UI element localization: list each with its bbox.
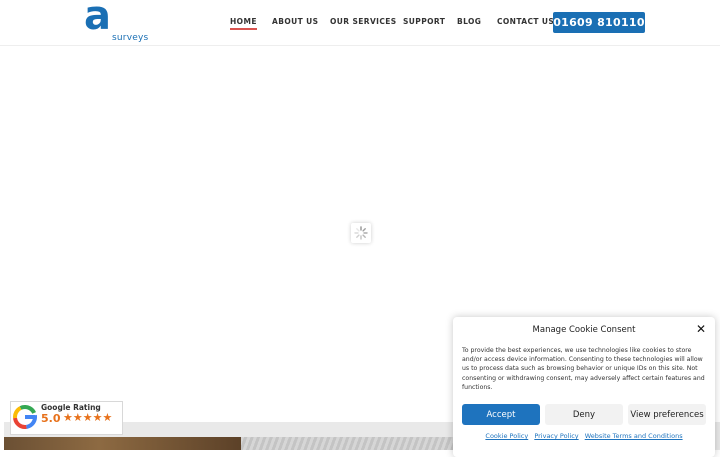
- google-rating-badge[interactable]: Google Rating 5.0 ★★★★★: [10, 401, 123, 435]
- nav-contact-us[interactable]: CONTACT US: [497, 17, 554, 26]
- site-header: a surveys HOME ABOUT US OUR SERVICES SUP…: [0, 0, 720, 46]
- privacy-policy-link[interactable]: Privacy Policy: [534, 432, 578, 440]
- accept-button[interactable]: Accept: [462, 404, 540, 425]
- deny-button[interactable]: Deny: [545, 404, 623, 425]
- rating-stars: ★★★★★: [41, 412, 123, 423]
- star-icon: ★: [82, 411, 93, 424]
- nav-our-services[interactable]: OUR SERVICES: [330, 17, 397, 26]
- cookie-policy-link[interactable]: Cookie Policy: [485, 432, 528, 440]
- logo-mark: a: [84, 0, 111, 39]
- star-icon: ★: [72, 411, 83, 424]
- hero-image-left: [4, 437, 241, 450]
- cookie-body-text: To provide the best experiences, we use …: [462, 347, 705, 391]
- cookie-consent-dialog: Manage Cookie Consent ✕ To provide the b…: [453, 317, 715, 457]
- nav-home[interactable]: HOME: [230, 17, 257, 30]
- terms-link[interactable]: Website Terms and Conditions: [585, 432, 683, 440]
- google-icon: [13, 405, 37, 429]
- nav-blog[interactable]: BLOG: [457, 17, 481, 26]
- view-preferences-button[interactable]: View preferences: [628, 404, 706, 425]
- nav-support[interactable]: SUPPORT: [403, 17, 445, 26]
- star-icon: ★: [92, 411, 103, 424]
- star-icon: ★: [102, 411, 113, 424]
- spinner-icon: [354, 226, 368, 240]
- loading-spinner: [351, 223, 371, 243]
- phone-button[interactable]: 01609 810110: [553, 12, 645, 33]
- star-icon: ★: [63, 411, 73, 424]
- close-icon[interactable]: ✕: [696, 322, 706, 336]
- hero-image-middle: [241, 437, 453, 450]
- cookie-title: Manage Cookie Consent: [532, 325, 636, 335]
- cookie-links: Cookie Policy Privacy Policy Website Ter…: [453, 432, 715, 440]
- nav-about-us[interactable]: ABOUT US: [272, 17, 318, 26]
- site-logo[interactable]: a surveys: [84, 0, 148, 44]
- logo-text: surveys: [112, 33, 149, 43]
